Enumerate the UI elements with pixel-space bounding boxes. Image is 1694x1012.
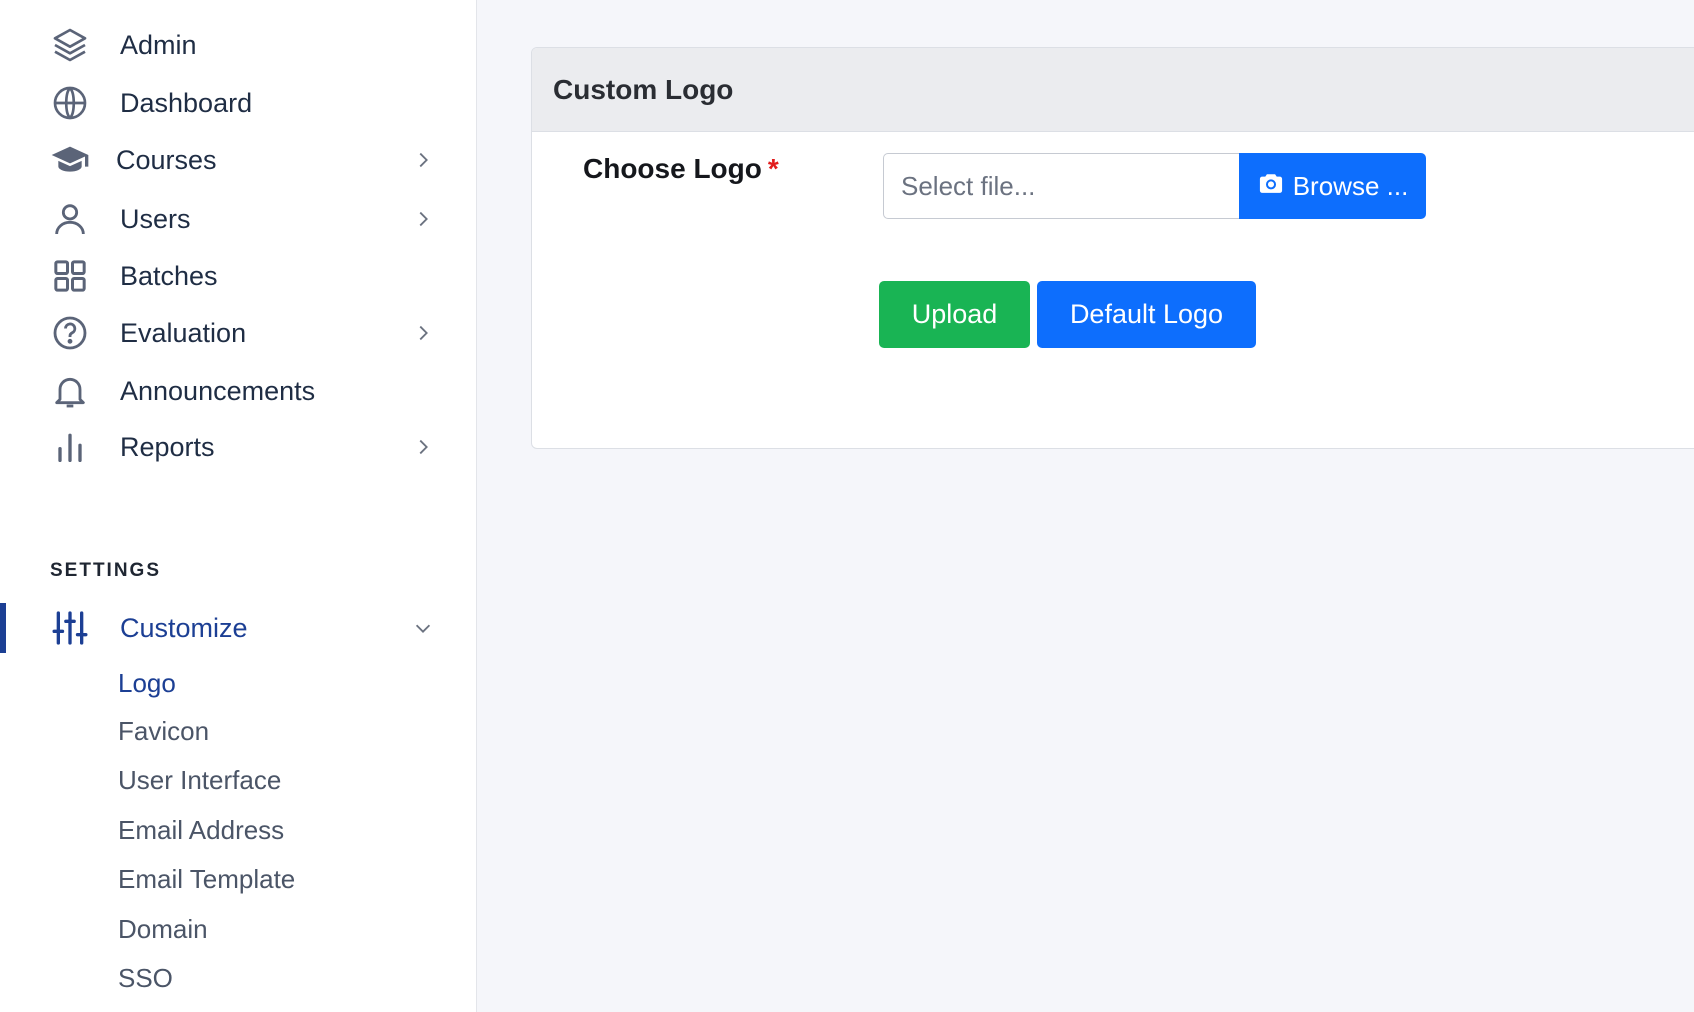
sidebar-item-courses[interactable]: Courses: [0, 135, 477, 185]
camera-icon: [1257, 169, 1285, 204]
chevron-right-icon: [412, 322, 434, 344]
bar-chart-icon: [50, 427, 90, 467]
sidebar-item-admin[interactable]: Admin: [0, 20, 477, 70]
sidebar-item-announcements[interactable]: Announcements: [0, 366, 477, 416]
sidebar-item-dashboard[interactable]: Dashboard: [0, 78, 477, 128]
browse-button[interactable]: Browse ...: [1239, 153, 1426, 219]
sidebar-item-label: Reports: [120, 431, 215, 462]
bell-icon: [50, 371, 90, 411]
choose-logo-label-text: Choose Logo: [583, 153, 762, 184]
sliders-icon: [50, 608, 90, 648]
sidebar-item-label: Dashboard: [120, 87, 253, 118]
question-circle-icon: [50, 313, 90, 353]
sidebar-item-reports[interactable]: Reports: [0, 422, 477, 472]
grid-icon: [50, 256, 90, 296]
chevron-right-icon: [412, 149, 434, 171]
graduation-cap-icon: [50, 140, 90, 180]
sidebar-item-label: Admin: [120, 29, 197, 60]
layers-icon: [50, 25, 90, 65]
sidebar-item-label: Courses: [116, 144, 217, 175]
sidebar-item-label: Customize: [120, 612, 248, 643]
sidebar-item-label: Announcements: [120, 375, 316, 406]
sidebar: Admin Dashboard Courses Users Batches Ev…: [0, 0, 477, 1012]
sidebar-subitem-logo[interactable]: Logo: [118, 668, 176, 699]
chevron-down-icon: [412, 617, 434, 639]
sidebar-item-label: Batches: [120, 260, 218, 291]
sidebar-subitem-domain[interactable]: Domain: [118, 914, 208, 945]
chevron-right-icon: [412, 208, 434, 230]
custom-logo-card: Custom Logo Choose Logo* Browse ... Uplo…: [531, 47, 1694, 449]
sidebar-item-evaluation[interactable]: Evaluation: [0, 308, 477, 358]
required-mark: *: [767, 153, 779, 184]
sidebar-subitem-email-address[interactable]: Email Address: [118, 815, 284, 846]
sidebar-subitem-email-template[interactable]: Email Template: [118, 864, 295, 895]
sidebar-item-customize[interactable]: Customize: [0, 603, 477, 653]
card-title: Custom Logo: [553, 73, 734, 105]
sidebar-item-label: Evaluation: [120, 317, 247, 348]
user-icon: [50, 199, 90, 239]
sidebar-subitem-favicon[interactable]: Favicon: [118, 716, 209, 747]
file-select-input[interactable]: [883, 153, 1239, 219]
chevron-right-icon: [412, 436, 434, 458]
card-header: Custom Logo: [532, 48, 1694, 132]
choose-logo-label: Choose Logo *: [583, 153, 779, 185]
settings-section-title: SETTINGS: [50, 560, 162, 581]
sidebar-subitem-sso[interactable]: SSO: [118, 963, 173, 994]
sidebar-item-users[interactable]: Users: [0, 194, 477, 244]
sidebar-subitem-user-interface[interactable]: User Interface: [118, 765, 281, 796]
sidebar-item-batches[interactable]: Batches: [0, 251, 477, 301]
default-logo-button[interactable]: Default Logo: [1037, 281, 1256, 348]
sidebar-item-label: Users: [120, 203, 191, 234]
browse-button-label: Browse ...: [1292, 170, 1409, 201]
globe-icon: [50, 83, 90, 123]
upload-button[interactable]: Upload: [879, 281, 1030, 348]
